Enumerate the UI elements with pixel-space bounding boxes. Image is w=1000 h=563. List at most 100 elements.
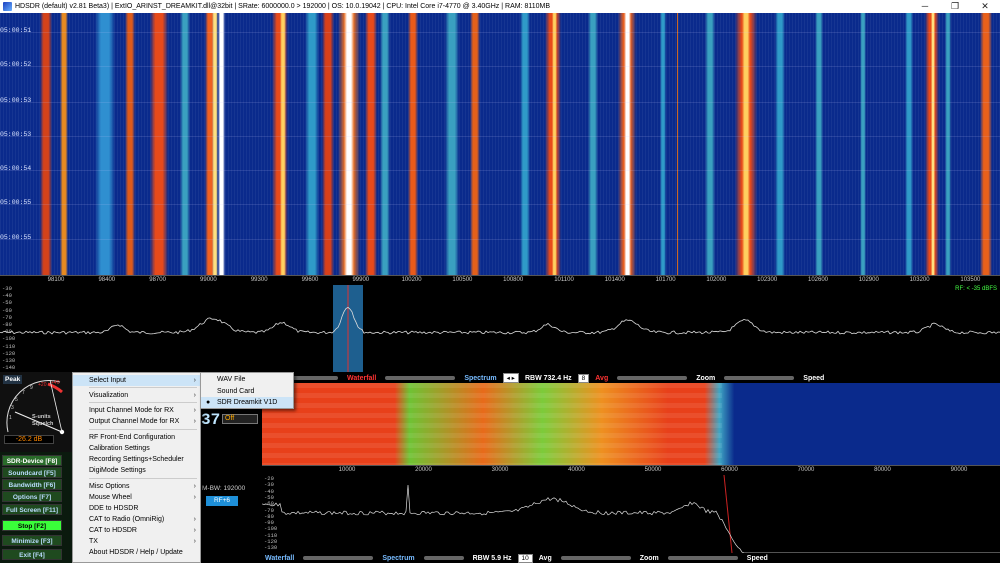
audio-frequency-tick-label: 40000: [568, 467, 585, 473]
audio-rbw-label: RBW 5.9 Hz: [472, 554, 512, 562]
waterfall-signal-band: [905, 13, 913, 275]
maximize-button[interactable]: ❐: [940, 0, 970, 13]
close-button[interactable]: ✕: [970, 0, 1000, 13]
speed-label: Speed: [803, 374, 825, 382]
menu-item[interactable]: DigiMode Settings: [73, 465, 200, 476]
waterfall-time-label: 05:00:53: [0, 97, 32, 104]
menu-item[interactable]: Recording Settings+Scheduler: [73, 454, 200, 465]
avg-select[interactable]: 8: [577, 373, 590, 383]
mbw-readout: M-BW: 192000: [202, 485, 246, 492]
submenu-item[interactable]: Sound Card: [201, 386, 293, 397]
waterfall-time-label: 05:00:55: [0, 234, 32, 241]
waterfall-signal-band: [588, 13, 598, 275]
frequency-tick-label: 98100: [47, 277, 65, 283]
menu-item[interactable]: Calibration Settings: [73, 443, 200, 454]
submenu-item[interactable]: ● SDR Dreamkit V1D: [201, 397, 293, 408]
left-panel-button[interactable]: Soundcard [F5]: [2, 467, 62, 478]
waterfall-signal-band: [150, 13, 168, 275]
peak-indicator[interactable]: Peak: [3, 375, 23, 384]
waterfall-signal-band: [445, 13, 459, 275]
waterfall-signal-band: [40, 13, 52, 275]
menu-item[interactable]: Visualization ›: [73, 390, 200, 401]
frequency-tick-label: 102600: [807, 277, 829, 283]
s-meter: Peak S-units Squelch 1 3 5 7 9 +20 +40 -…: [0, 372, 72, 452]
menu-item[interactable]: DDE to HDSDR: [73, 503, 200, 514]
waterfall-signal-band: [95, 13, 115, 275]
left-panel-button[interactable]: Exit [F4]: [2, 549, 62, 560]
audio-zoom-slider[interactable]: [560, 556, 631, 560]
menu-item[interactable]: About HDSDR / Help / Update: [73, 547, 200, 558]
left-panel-button[interactable]: Full Screen [F11]: [2, 504, 62, 515]
waterfall-signal-band: [305, 13, 319, 275]
menu-separator: [89, 429, 197, 430]
spectrum-stepper[interactable]: ◂ ▸: [502, 373, 519, 383]
waterfall-time-label: 05:00:52: [0, 61, 32, 68]
submenu-item-label: WAV File: [217, 376, 246, 383]
tune-marker-line[interactable]: [677, 13, 678, 275]
time-gridline: [0, 102, 1000, 103]
menu-item-label: Input Channel Mode for RX: [89, 407, 174, 414]
menu-item-label: DigiMode Settings: [89, 467, 146, 474]
audio-bandwidth-marker[interactable]: [723, 474, 733, 554]
waterfall-signal-band: [125, 13, 135, 275]
menu-item[interactable]: RF Front-End Configuration: [73, 432, 200, 443]
zoom-slider[interactable]: [617, 376, 688, 380]
audio-spectrum-label: Spectrum: [382, 554, 415, 562]
audio-waterfall-slider[interactable]: [303, 556, 374, 560]
audio-speed-slider[interactable]: [667, 556, 738, 560]
waterfall-brightness-slider[interactable]: [385, 376, 456, 380]
spectrum-db-label: -50: [2, 299, 12, 307]
menu-item[interactable]: Misc Options ›: [73, 481, 200, 492]
frequency-axis[interactable]: 98100 98400 98700 99000 99300 99600 99900 10020…: [0, 275, 1000, 285]
spectrum-db-label: -120: [2, 349, 16, 357]
menu-item[interactable]: Select Input ›: [73, 375, 200, 386]
waterfall-time-label: 05:00:51: [0, 27, 32, 34]
left-panel-button[interactable]: Bandwidth [F6]: [2, 479, 62, 490]
menu-item[interactable]: Input Channel Mode for RX ›: [73, 405, 200, 416]
frequency-tick-label: 101100: [554, 277, 574, 283]
minimize-button[interactable]: ─: [910, 0, 940, 13]
audio-spectrum-slider[interactable]: [423, 556, 464, 560]
waterfall-signal-band: [552, 13, 557, 275]
menu-item[interactable]: Mouse Wheel ›: [73, 492, 200, 503]
waterfall-signal-band: [775, 13, 785, 275]
left-panel-button[interactable]: SDR-Device [F8]: [2, 455, 62, 466]
rf-gain-button[interactable]: RF+6: [206, 496, 238, 506]
audio-spectrum[interactable]: -20 -30 -40 -50 -60 -70 -80 -90 -100 -110 -120 -130: [261, 474, 1000, 554]
spectrum-db-label: -100: [2, 335, 16, 343]
off-select[interactable]: Off: [222, 414, 258, 424]
audio-frequency-tick-label: 20000: [415, 467, 432, 473]
chevron-right-icon: ›: [193, 377, 196, 384]
s-units-label: S-units: [32, 414, 51, 420]
speed-slider[interactable]: [724, 376, 795, 380]
frequency-digits[interactable]: 37: [201, 411, 220, 429]
submenu-item[interactable]: WAV File: [201, 374, 293, 385]
waterfall-time-label: 05:00:53: [0, 131, 32, 138]
frequency-tick-label: 100800: [503, 277, 524, 283]
audio-waterfall[interactable]: [262, 383, 1000, 465]
menu-item[interactable]: CAT to HDSDR ›: [73, 525, 200, 536]
spectrum-db-label: -40: [2, 292, 12, 300]
left-panel-button[interactable]: Minimize [F3]: [2, 535, 62, 546]
menu-item[interactable]: TX ›: [73, 536, 200, 547]
time-gridline: [0, 136, 1000, 137]
menu-item[interactable]: CAT to Radio (OmniRig) ›: [73, 514, 200, 525]
menu-item[interactable]: Output Channel Mode for RX ›: [73, 416, 200, 427]
spectrum-db-label: -80: [2, 321, 12, 328]
spectrum-trace: [0, 306, 1000, 335]
main-waterfall[interactable]: 05:00:51 05:00:52 05:00:53 05:00:53 05:00:54…: [0, 13, 1000, 275]
waterfall-signal-band: [280, 13, 286, 275]
spectrum-db-label: -140: [2, 364, 16, 372]
left-panel-button[interactable]: Options [F7]: [2, 491, 62, 502]
spectrum-db-label: -30: [2, 285, 12, 292]
frequency-tick-label: 103500: [960, 277, 981, 283]
main-spectrum[interactable]: RF: < -35 dBFS -30 -40 -50 -60 -70 -80 -90 -100…: [0, 285, 1000, 372]
frequency-tick-label: 101400: [604, 277, 625, 283]
frequency-tick-label: 100200: [401, 277, 422, 283]
audio-avg-select[interactable]: 10: [517, 553, 533, 563]
chevron-right-icon: ›: [193, 392, 196, 399]
waterfall-signal-band: [365, 13, 377, 275]
left-panel-button[interactable]: Stop [F2]: [2, 520, 62, 531]
audio-frequency-axis[interactable]: 10000 20000 30000 40000 50000 60000 70000 80000…: [262, 465, 1000, 475]
waterfall-signal-band: [742, 13, 750, 275]
